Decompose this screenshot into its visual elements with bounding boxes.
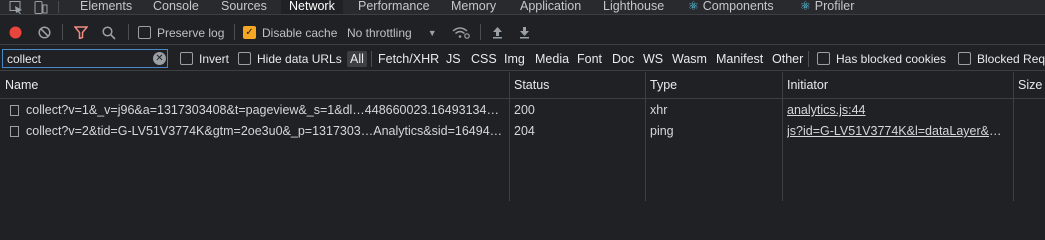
record-button[interactable] xyxy=(9,20,22,45)
type-filter-wasm[interactable]: Wasm xyxy=(672,51,707,67)
download-icon xyxy=(520,27,529,39)
tab-divider xyxy=(58,1,59,13)
hide-data-urls-checkbox[interactable] xyxy=(238,52,251,65)
preserve-log-label: Preserve log xyxy=(157,25,225,40)
invert-checkbox[interactable] xyxy=(180,52,193,65)
filter-toggle-button[interactable] xyxy=(74,20,88,45)
blocked-requests-toggle[interactable]: Blocked Req xyxy=(958,46,1045,71)
request-initiator-link[interactable]: js?id=G-LV51V3774K&l=dataLayer&cx… xyxy=(787,121,1007,142)
document-icon xyxy=(10,105,19,116)
request-type: xhr xyxy=(650,103,668,117)
network-conditions-icon xyxy=(452,26,470,39)
react-icon: ⚛ xyxy=(688,0,699,13)
tab-components[interactable]: ⚛ Components xyxy=(688,0,774,14)
preserve-log-toggle[interactable]: Preserve log xyxy=(138,20,224,45)
hide-data-urls-label: Hide data URLs xyxy=(257,51,342,66)
request-name[interactable]: collect?v=2&tid=G-LV51V3774K&gtm=2oe3u0&… xyxy=(26,121,504,142)
disable-cache-toggle[interactable]: ✓ Disable cache xyxy=(243,20,337,45)
type-filter-img[interactable]: Img xyxy=(504,51,525,67)
request-type: ping xyxy=(650,124,674,138)
column-header-initiator[interactable]: Initiator xyxy=(782,72,828,99)
request-status: 200 xyxy=(514,103,535,117)
tab-network[interactable]: Network xyxy=(281,0,343,14)
device-toolbar-icon[interactable] xyxy=(33,0,49,14)
tab-profiler[interactable]: ⚛ Profiler xyxy=(800,0,855,14)
tab-profiler-label: Profiler xyxy=(814,0,855,13)
filter-divider xyxy=(371,51,372,67)
throttling-select[interactable]: No throttling ▼ xyxy=(347,20,437,45)
preserve-log-checkbox[interactable] xyxy=(138,26,151,39)
invert-toggle[interactable]: Invert xyxy=(180,46,229,71)
has-blocked-cookies-label: Has blocked cookies xyxy=(836,51,947,66)
request-name[interactable]: collect?v=1&_v=j96&a=1317303408&t=pagevi… xyxy=(26,100,504,121)
table-row[interactable]: collect?v=1&_v=j96&a=1317303408&t=pagevi… xyxy=(0,100,1045,121)
toolbar-divider xyxy=(234,24,235,40)
import-har-button[interactable] xyxy=(492,20,503,45)
request-initiator-link[interactable]: analytics.js:44 xyxy=(787,100,1007,121)
disable-cache-checkbox[interactable]: ✓ xyxy=(243,26,256,39)
clear-filter-icon[interactable]: ✕ xyxy=(153,52,166,65)
hide-data-urls-toggle[interactable]: Hide data URLs xyxy=(238,46,342,71)
tab-console[interactable]: Console xyxy=(153,0,199,14)
type-filter-doc[interactable]: Doc xyxy=(612,51,634,67)
type-filter-font[interactable]: Font xyxy=(577,51,602,67)
filter-bar: collect ✕ Invert Hide data URLs All Fetc… xyxy=(0,47,1045,71)
network-toolbar: Preserve log ✓ Disable cache No throttli… xyxy=(0,20,1045,45)
has-blocked-cookies-checkbox[interactable] xyxy=(817,52,830,65)
tab-memory[interactable]: Memory xyxy=(451,0,496,14)
type-filter-all[interactable]: All xyxy=(347,51,367,67)
upload-icon xyxy=(493,27,502,39)
filter-icon xyxy=(74,26,88,39)
blocked-requests-checkbox[interactable] xyxy=(958,52,971,65)
invert-label: Invert xyxy=(199,51,230,66)
type-filter-fetch-xhr[interactable]: Fetch/XHR xyxy=(378,51,439,67)
type-filter-js[interactable]: JS xyxy=(446,51,461,67)
clear-button[interactable] xyxy=(38,20,51,45)
blocked-requests-label: Blocked Req xyxy=(977,51,1045,66)
type-filter-ws[interactable]: WS xyxy=(643,51,663,67)
tab-components-label: Components xyxy=(702,0,774,13)
type-filter-manifest[interactable]: Manifest xyxy=(716,51,763,67)
chevron-down-icon: ▼ xyxy=(427,27,437,38)
tab-sources[interactable]: Sources xyxy=(221,0,267,14)
filter-input-value: collect xyxy=(7,51,42,66)
search-button[interactable] xyxy=(102,20,116,45)
react-icon: ⚛ xyxy=(800,0,811,13)
throttling-value: No throttling xyxy=(347,25,412,40)
toolbar-divider xyxy=(62,24,63,40)
filter-divider xyxy=(808,51,809,67)
document-icon xyxy=(10,126,19,137)
column-header-name[interactable]: Name xyxy=(0,72,38,99)
network-conditions-button[interactable] xyxy=(452,20,470,45)
column-header-status[interactable]: Status xyxy=(509,72,549,99)
column-header-type[interactable]: Type xyxy=(645,72,677,99)
disable-cache-label: Disable cache xyxy=(262,25,338,40)
type-filter-media[interactable]: Media xyxy=(535,51,569,67)
clear-icon xyxy=(38,26,51,39)
request-table-header: Name Status Type Initiator Size xyxy=(0,72,1045,99)
devtools-tab-bar: Elements Console Sources Network Perform… xyxy=(0,0,1045,15)
request-status: 204 xyxy=(514,124,535,138)
tab-elements[interactable]: Elements xyxy=(80,0,132,14)
tab-application[interactable]: Application xyxy=(520,0,581,14)
inspect-element-icon[interactable] xyxy=(8,0,24,14)
has-blocked-cookies-toggle[interactable]: Has blocked cookies xyxy=(817,46,946,71)
export-har-button[interactable] xyxy=(519,20,530,45)
table-row[interactable]: collect?v=2&tid=G-LV51V3774K&gtm=2oe3u0&… xyxy=(0,121,1045,142)
tab-performance[interactable]: Performance xyxy=(358,0,430,14)
tab-lighthouse[interactable]: Lighthouse xyxy=(603,0,664,14)
type-filter-other[interactable]: Other xyxy=(772,51,803,67)
column-header-size[interactable]: Size xyxy=(1013,72,1042,99)
toolbar-divider xyxy=(128,24,129,40)
type-filter-css[interactable]: CSS xyxy=(471,51,497,67)
toolbar-divider xyxy=(480,24,481,40)
filter-input[interactable]: collect xyxy=(2,49,168,68)
search-icon xyxy=(102,25,116,40)
